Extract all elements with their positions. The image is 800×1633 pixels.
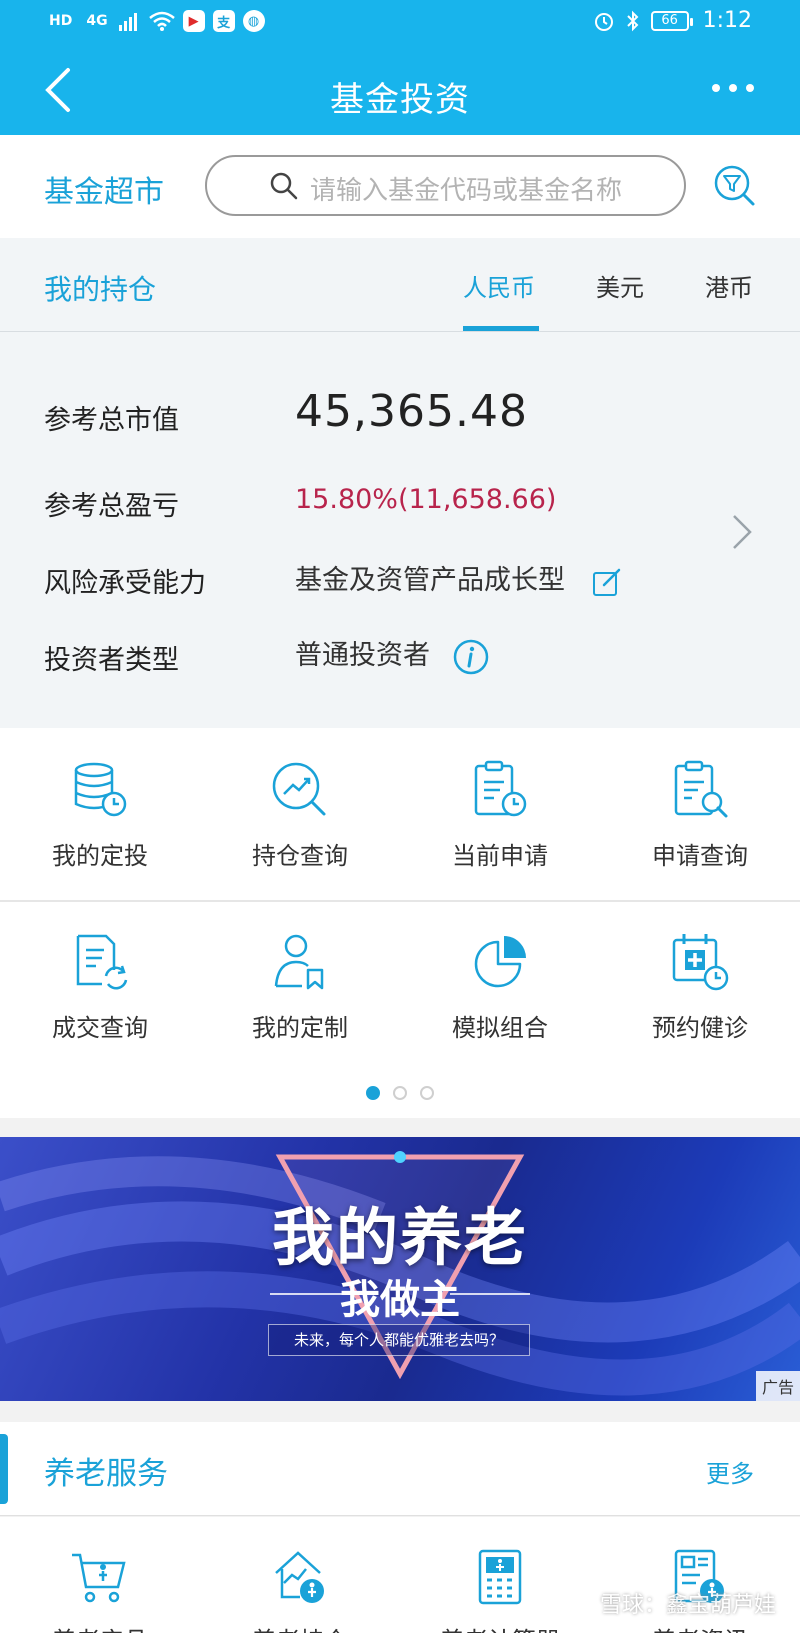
profit-label: 参考总盈亏 — [44, 491, 179, 522]
page-dot-3[interactable] — [420, 1086, 434, 1100]
pension-item-label: 养老计算器 — [400, 1621, 600, 1633]
grid-item-current-request[interactable]: 当前申请 — [400, 758, 600, 871]
grid-item-simulated-portfolio[interactable]: 模拟组合 — [400, 930, 600, 1043]
person-bookmark-icon — [274, 934, 324, 990]
pension-item-label: 养老持仓 — [200, 1621, 400, 1633]
clipboard-search-icon — [674, 760, 728, 818]
pension-item-label: 养老资讯 — [600, 1621, 800, 1633]
pension-item-products[interactable]: 养老产品 — [0, 1547, 200, 1633]
risk-label: 风险承受能力 — [44, 568, 206, 599]
grid-item-label: 当前申请 — [452, 842, 548, 870]
grid-item-position-query[interactable]: 持仓查询 — [200, 758, 400, 871]
app-header: HD 4G ▶ 支 ◍ 66 1:12 基金投资 — [0, 0, 800, 135]
status-time: 1:12 — [702, 8, 752, 33]
page-dot-1[interactable] — [366, 1086, 380, 1100]
pension-item-label: 养老产品 — [0, 1621, 200, 1633]
investor-type-value: 普通投资者 — [295, 640, 430, 671]
grid-item-request-query[interactable]: 申请查询 — [600, 758, 800, 871]
pension-title: 养老服务 — [44, 1456, 168, 1492]
active-tab-indicator — [463, 326, 539, 331]
grid-item-label: 持仓查询 — [252, 842, 348, 870]
edit-icon[interactable] — [592, 567, 622, 597]
status-bar: HD 4G ▶ 支 ◍ 66 1:12 — [0, 0, 800, 48]
watermark: 雪球：鑫宝葫芦娃 — [599, 1593, 776, 1618]
search-row: 基金超市 请输入基金代码或基金名称 — [0, 135, 800, 238]
profit-value: 15.80%(11,658.66) — [295, 484, 557, 515]
grid-item-label: 模拟组合 — [452, 1014, 548, 1042]
pension-item-calculator[interactable]: 养老计算器 — [400, 1547, 600, 1633]
chevron-right-icon[interactable] — [730, 512, 754, 552]
wifi-icon — [148, 11, 175, 31]
tab-hkd[interactable]: 港币 — [705, 268, 753, 303]
pension-header: 养老服务 更多 — [0, 1422, 800, 1516]
alipay-icon: 支 — [212, 10, 235, 32]
tab-cny[interactable]: 人民币 — [463, 268, 535, 303]
page-dot-2[interactable] — [393, 1086, 407, 1100]
risk-value: 基金及资管产品成长型 — [295, 565, 565, 596]
pension-grid: 养老产品 养老持仓 养老计算器 养老资讯 雪球：鑫宝葫芦娃 — [0, 1517, 800, 1633]
holdings-summary[interactable]: 参考总市值 45,365.48 参考总盈亏 15.80%(11,658.66) … — [0, 332, 800, 728]
video-app-icon: ▶ — [182, 10, 205, 32]
investor-type-label: 投资者类型 — [44, 645, 179, 676]
info-icon[interactable] — [453, 639, 489, 675]
database-clock-icon — [74, 762, 127, 817]
clipboard-clock-icon — [474, 760, 527, 817]
banner-title: 我的养老 — [271, 1201, 528, 1274]
calculator-elder-icon — [478, 1549, 522, 1605]
house-elder-icon — [275, 1551, 324, 1603]
filter-search-icon[interactable] — [712, 163, 756, 207]
search-input[interactable]: 请输入基金代码或基金名称 — [205, 155, 686, 216]
hd-indicator: HD — [49, 13, 73, 29]
grid-item-deal-query[interactable]: 成交查询 — [0, 930, 200, 1043]
promo-banner[interactable]: 我的养老 我做主 未来，每个人都能优雅老去吗？ 广告 — [0, 1137, 800, 1401]
market-value: 45,365.48 — [295, 386, 528, 437]
network-indicator: 4G — [86, 13, 108, 29]
grid-divider — [0, 900, 800, 902]
page-title: 基金投资 — [330, 80, 470, 120]
calendar-plus-icon — [672, 934, 729, 991]
investor-type-row: 普通投资者 — [295, 633, 489, 675]
function-grid: 我的定投 持仓查询 当前申请 申请查询 成交查询 我的定制 模拟组合 预约健诊 — [0, 728, 800, 1118]
grid-item-health-check[interactable]: 预约健诊 — [600, 930, 800, 1043]
search-icon — [270, 172, 298, 200]
grid-item-auto-invest[interactable]: 我的定投 — [0, 758, 200, 871]
ad-label: 广告 — [755, 1371, 800, 1401]
section-accent-bar — [0, 1434, 8, 1504]
tab-usd[interactable]: 美元 — [596, 268, 644, 303]
holdings-header: 我的持仓 人民币 美元 港币 — [0, 238, 800, 332]
search-placeholder: 请输入基金代码或基金名称 — [310, 176, 623, 206]
page-indicator — [0, 1086, 800, 1100]
trend-search-icon — [272, 762, 326, 816]
document-refresh-icon — [76, 934, 128, 990]
risk-row: 基金及资管产品成长型 — [295, 558, 622, 597]
banner-note: 未来，每个人都能优雅老去吗？ — [268, 1324, 530, 1356]
pension-more-link[interactable]: 更多 — [706, 1454, 754, 1489]
pension-item-holdings[interactable]: 养老持仓 — [200, 1547, 400, 1633]
fund-market-link[interactable]: 基金超市 — [44, 167, 164, 211]
signal-icon — [118, 13, 137, 31]
grid-item-label: 预约健诊 — [652, 1014, 748, 1042]
grid-item-custom[interactable]: 我的定制 — [200, 930, 400, 1043]
grid-item-label: 我的定投 — [52, 842, 148, 870]
grid-item-label: 成交查询 — [52, 1014, 148, 1042]
grid-item-label: 我的定制 — [252, 1014, 348, 1042]
alarm-icon — [594, 12, 613, 31]
voice-icon: ◍ — [242, 10, 265, 32]
banner-subtitle: 我做主 — [340, 1277, 460, 1323]
more-menu-icon[interactable] — [712, 84, 754, 92]
bluetooth-icon — [626, 10, 639, 31]
nav-bar: 基金投资 — [0, 48, 800, 135]
battery-icon: 66 — [650, 10, 693, 31]
battery-level: 66 — [661, 13, 678, 28]
cart-elder-icon — [72, 1553, 126, 1603]
pie-chart-icon — [474, 936, 526, 988]
holdings-title: 我的持仓 — [44, 273, 157, 306]
grid-item-label: 申请查询 — [652, 842, 748, 870]
market-value-label: 参考总市值 — [44, 405, 179, 436]
